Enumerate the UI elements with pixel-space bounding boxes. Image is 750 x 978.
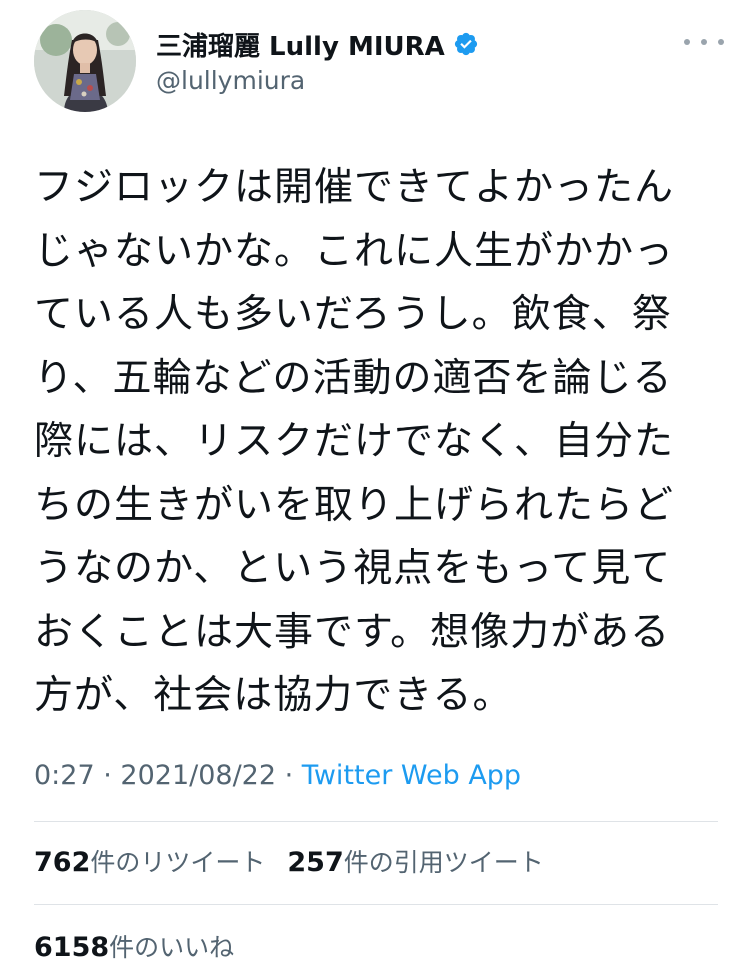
tweet-text-line: ている人も多いだろうし。飲食、祭	[34, 292, 672, 337]
tweet-text: フジロックは開催できてよかったん じゃないかな。これに人生がかかっ ている人も多…	[34, 156, 704, 728]
name-row: 三浦瑠麗 Lully MIURA	[156, 24, 479, 64]
tweet-date[interactable]: 2021/08/22	[120, 760, 276, 791]
engagement-stats-row: 762件のリツイート 257件の引用ツイート	[34, 843, 566, 879]
tweet-text-line: じゃないかな。これに人生がかかっ	[34, 228, 675, 274]
dot	[701, 39, 707, 45]
tweet-meta: 0:27 · 2021/08/22 · Twitter Web App	[34, 760, 521, 791]
tweet-text-line: フジロックは開催できてよかったん	[34, 165, 675, 210]
tweet-text-line: うなのか、という視点をもって見て	[34, 546, 672, 591]
likes-stat[interactable]: 6158件のいいね	[34, 928, 234, 964]
verified-badge-icon	[453, 31, 479, 57]
tweet-header: 三浦瑠麗 Lully MIURA @lullymiura	[34, 10, 724, 114]
dot	[718, 39, 724, 45]
author-handle[interactable]: @lullymiura	[156, 66, 479, 95]
quotes-label: 件の引用ツイート	[343, 848, 544, 877]
retweets-count: 762	[34, 847, 91, 878]
divider	[34, 904, 718, 905]
profile-photo-avatar	[34, 10, 136, 112]
tweet-text-line: おくことは大事です。想像力がある	[34, 609, 671, 655]
quotes-count: 257	[287, 847, 344, 878]
meta-separator: ·	[284, 760, 302, 791]
likes-count: 6158	[34, 932, 110, 963]
likes-stat-row: 6158件のいいね	[34, 928, 256, 964]
tweet-text-line: ちの生きがいを取り上げられたらど	[34, 482, 675, 528]
tweet-text-line: り、五輪などの活動の適否を論じる	[34, 355, 673, 401]
quotes-stat[interactable]: 257件の引用ツイート	[287, 843, 543, 879]
more-options-icon[interactable]	[684, 32, 724, 52]
tweet-source-link[interactable]: Twitter Web App	[302, 760, 521, 791]
tweet-text-line: 際には、リスクだけでなく、自分た	[34, 419, 675, 464]
author-info: 三浦瑠麗 Lully MIURA @lullymiura	[156, 24, 479, 95]
author-display-name[interactable]: 三浦瑠麗 Lully MIURA	[156, 26, 445, 63]
tweet-text-line: 方が、社会は協力できる。	[34, 673, 513, 718]
meta-separator: ·	[103, 760, 121, 791]
tweet-time[interactable]: 0:27	[34, 760, 95, 791]
retweets-stat[interactable]: 762件のリツイート	[34, 843, 265, 879]
likes-label: 件のいいね	[109, 933, 235, 962]
retweets-label: 件のリツイート	[90, 848, 266, 877]
avatar[interactable]	[34, 10, 136, 112]
dot	[684, 39, 690, 45]
divider	[34, 821, 718, 822]
